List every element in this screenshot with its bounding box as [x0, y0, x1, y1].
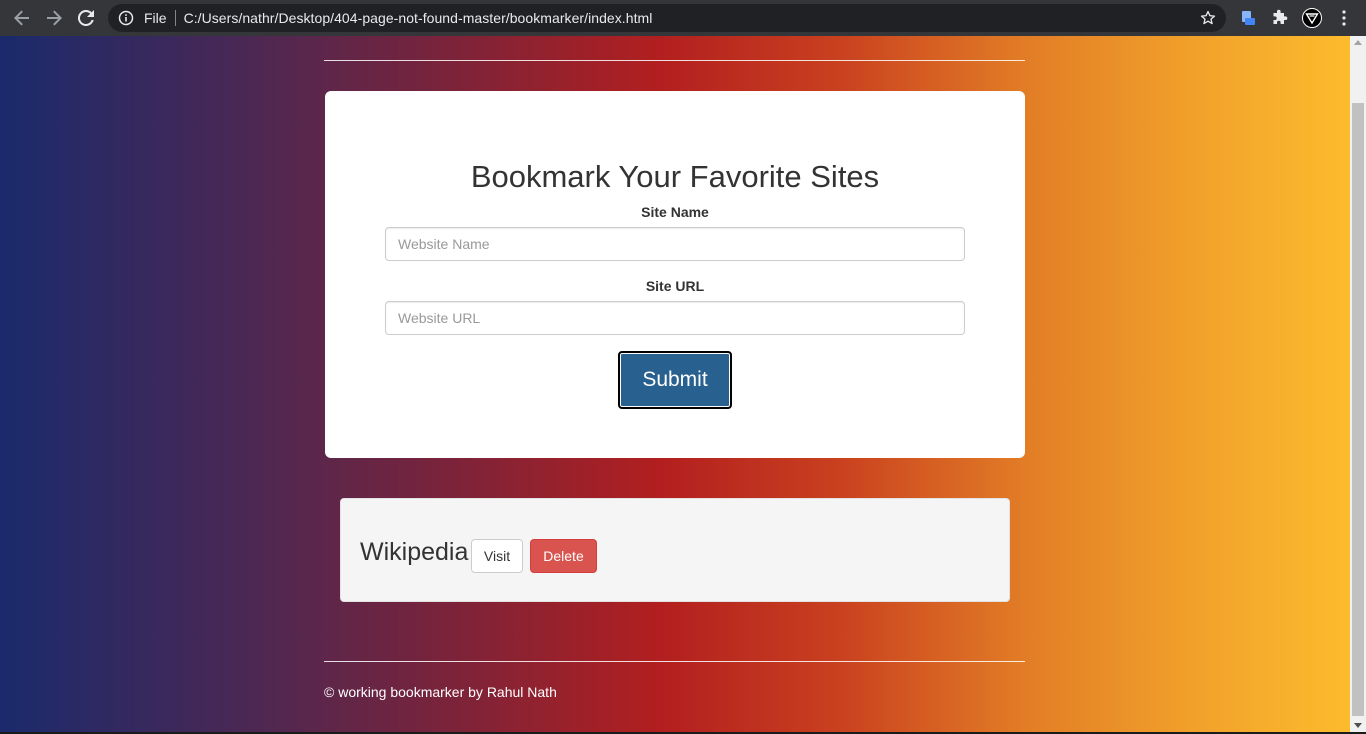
- bookmark-name: Wikipedia: [360, 538, 469, 566]
- site-name-input[interactable]: [385, 227, 965, 261]
- kebab-menu-icon[interactable]: [1334, 8, 1354, 28]
- profile-avatar-icon[interactable]: [1302, 8, 1322, 28]
- extension-download-icon[interactable]: [1238, 8, 1258, 28]
- scroll-down-arrow-icon[interactable]: [1354, 723, 1362, 728]
- scrollbar-thumb[interactable]: [1352, 103, 1364, 716]
- delete-button[interactable]: Delete: [530, 539, 597, 573]
- omnibox-url: C:/Users/nathr/Desktop/404-page-not-foun…: [183, 10, 653, 26]
- page-viewport: Bookmark Your Favorite Sites Site Name S…: [0, 36, 1350, 732]
- address-bar[interactable]: File C:/Users/nathr/Desktop/404-page-not…: [108, 4, 1226, 32]
- top-divider: [324, 60, 1025, 61]
- visit-button[interactable]: Visit: [471, 539, 523, 573]
- site-url-input[interactable]: [385, 301, 965, 335]
- scroll-up-arrow-icon[interactable]: [1354, 40, 1362, 45]
- bottom-divider: [324, 661, 1025, 662]
- back-arrow-icon[interactable]: [6, 0, 38, 36]
- site-url-label: Site URL: [645, 278, 705, 294]
- site-name-label: Site Name: [641, 204, 709, 220]
- omnibox-divider: [174, 10, 176, 26]
- browser-toolbar: File C:/Users/nathr/Desktop/404-page-not…: [0, 0, 1366, 36]
- footer-text: © working bookmarker by Rahul Nath: [324, 684, 557, 700]
- submit-button[interactable]: Submit: [618, 351, 732, 409]
- bookmark-form-card: Bookmark Your Favorite Sites Site Name S…: [325, 91, 1025, 458]
- star-icon[interactable]: [1200, 10, 1216, 26]
- reload-icon[interactable]: [70, 0, 102, 36]
- bookmark-list-item: Wikipedia Visit Delete: [340, 498, 1010, 602]
- info-icon[interactable]: [118, 10, 134, 26]
- extensions-puzzle-icon[interactable]: [1270, 8, 1290, 28]
- omnibox-scheme: File: [144, 10, 167, 26]
- form-title: Bookmark Your Favorite Sites: [470, 159, 880, 194]
- forward-arrow-icon[interactable]: [38, 0, 70, 36]
- vertical-scrollbar[interactable]: [1350, 36, 1366, 732]
